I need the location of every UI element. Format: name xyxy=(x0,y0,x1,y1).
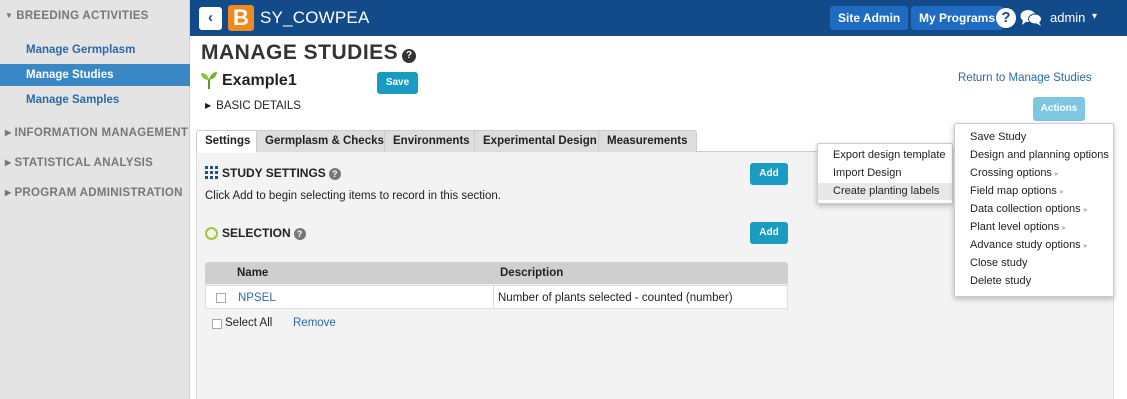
sidebar-section-information-management[interactable]: ▶ INFORMATION MANAGEMENT xyxy=(5,127,188,139)
sidebar-item-label: Manage Studies xyxy=(26,69,114,81)
user-menu[interactable]: admin xyxy=(1050,10,1085,25)
actions-button[interactable]: Actions xyxy=(1033,97,1085,121)
study-settings-title: STUDY SETTINGS xyxy=(222,166,326,180)
breeding-logo-icon: B xyxy=(228,5,254,31)
menu-item-design-and-planning-options[interactable]: Design and planning options xyxy=(970,149,1109,161)
design-submenu: Export design template Import Design Cre… xyxy=(817,143,953,204)
grid-icon xyxy=(205,166,218,179)
study-settings-hint: Click Add to begin selecting items to re… xyxy=(205,190,501,202)
help-icon[interactable]: ? xyxy=(328,168,341,180)
select-all-label[interactable]: Select All xyxy=(225,317,272,329)
menu-item-label: Data collection options xyxy=(970,203,1081,215)
collapsed-triangle-icon: ▶ xyxy=(5,128,12,137)
sidebar-item-manage-samples[interactable]: Manage Samples xyxy=(0,89,190,111)
selection-table-header: Name Description xyxy=(205,262,788,284)
menu-item-save-study[interactable]: Save Study xyxy=(970,131,1026,143)
column-header-description[interactable]: Description xyxy=(500,267,563,279)
sprout-icon xyxy=(201,72,217,89)
tab-environments[interactable]: Environments xyxy=(384,130,479,152)
back-arrow-icon[interactable]: ‹ xyxy=(199,7,222,30)
site-admin-button[interactable]: Site Admin xyxy=(830,6,909,30)
collapsed-triangle-icon: ▶ xyxy=(205,101,212,110)
menu-item-import-design[interactable]: Import Design xyxy=(833,167,901,179)
column-divider xyxy=(493,286,494,308)
chevron-right-icon: ▸ xyxy=(1083,205,1088,214)
sidebar-section-label: INFORMATION MANAGEMENT xyxy=(14,127,189,139)
basic-details-label: BASIC DETAILS xyxy=(216,100,301,112)
variable-description: Number of plants selected - counted (num… xyxy=(498,292,733,304)
menu-item-label: Plant level options xyxy=(970,221,1060,233)
chevron-right-icon: ▸ xyxy=(1059,187,1064,196)
top-navbar: ‹ B SY_COWPEA Site Admin My Programs ? a… xyxy=(190,0,1127,36)
sidebar-section-program-administration[interactable]: ▶ PROGRAM ADMINISTRATION xyxy=(5,187,183,199)
chevron-right-icon: ▸ xyxy=(1083,241,1088,250)
page-title: MANAGE STUDIES xyxy=(201,41,399,64)
chevron-down-icon[interactable]: ▾ xyxy=(1092,11,1097,22)
tab-settings[interactable]: Settings xyxy=(196,130,260,153)
menu-item-data-collection-options[interactable]: Data collection options ▸ xyxy=(970,203,1088,215)
help-icon[interactable]: ? xyxy=(293,228,306,240)
menu-item-close-study[interactable]: Close study xyxy=(970,257,1027,269)
study-settings-heading: STUDY SETTINGS? xyxy=(222,166,341,180)
menu-item-label: Delete study xyxy=(970,275,1032,287)
menu-item-export-design-template[interactable]: Export design template xyxy=(833,149,946,161)
menu-item-label: Close study xyxy=(970,257,1028,269)
tab-germplasm-checks[interactable]: Germplasm & Checks xyxy=(256,130,393,152)
tab-experimental-design[interactable]: Experimental Design xyxy=(474,130,606,152)
selection-title: SELECTION xyxy=(222,226,291,240)
sidebar-section-statistical-analysis[interactable]: ▶ STATISTICAL ANALYSIS xyxy=(5,157,153,169)
variable-name-link[interactable]: NPSEL xyxy=(238,292,276,304)
remove-link[interactable]: Remove xyxy=(293,317,336,329)
basic-details-toggle[interactable]: ▶ BASIC DETAILS xyxy=(205,100,301,112)
menu-item-label: Crossing options xyxy=(970,167,1052,179)
menu-item-create-planting-labels[interactable]: Create planting labels xyxy=(833,185,939,197)
sidebar-section-breeding-activities[interactable]: ▼ BREEDING ACTIVITIES xyxy=(5,10,149,22)
selection-heading: SELECTION? xyxy=(222,226,306,240)
my-programs-button[interactable]: My Programs xyxy=(911,6,1004,30)
add-selection-button[interactable]: Add xyxy=(750,222,788,244)
menu-item-field-map-options[interactable]: Field map options ▸ xyxy=(970,185,1064,197)
return-to-manage-studies-link[interactable]: Return to Manage Studies xyxy=(958,72,1092,84)
expanded-triangle-icon: ▼ xyxy=(5,11,14,20)
menu-item-delete-study[interactable]: Delete study xyxy=(970,275,1031,287)
app-title: SY_COWPEA xyxy=(260,8,370,27)
chevron-right-icon: ▸ xyxy=(1054,169,1059,178)
sidebar-item-label: Manage Germplasm xyxy=(26,44,136,56)
study-name: Example1 xyxy=(222,72,297,89)
actions-menu: Save Study Design and planning options C… xyxy=(954,123,1114,297)
chat-icon[interactable] xyxy=(1020,9,1042,27)
circle-icon xyxy=(205,227,218,240)
sidebar-section-label: BREEDING ACTIVITIES xyxy=(16,10,149,22)
add-study-settings-button[interactable]: Add xyxy=(750,163,788,185)
collapsed-triangle-icon: ▶ xyxy=(5,188,12,197)
table-row: NPSEL Number of plants selected - counte… xyxy=(205,285,788,309)
help-icon[interactable]: ? xyxy=(996,8,1016,28)
menu-item-label: Advance study options xyxy=(970,239,1081,251)
sidebar-item-label: Manage Samples xyxy=(26,94,120,106)
column-header-name[interactable]: Name xyxy=(237,267,268,279)
sidebar-item-manage-studies[interactable]: Manage Studies xyxy=(0,64,190,86)
sidebar-item-manage-germplasm[interactable]: Manage Germplasm xyxy=(0,39,190,61)
save-button[interactable]: Save xyxy=(377,72,418,94)
chevron-right-icon: ▸ xyxy=(1062,223,1067,232)
menu-item-crossing-options[interactable]: Crossing options ▸ xyxy=(970,167,1059,179)
row-checkbox[interactable] xyxy=(216,293,226,303)
collapsed-triangle-icon: ▶ xyxy=(5,158,12,167)
sidebar-section-label: STATISTICAL ANALYSIS xyxy=(14,157,154,169)
menu-item-label: Design and planning options xyxy=(970,149,1109,161)
sidebar: ▼ BREEDING ACTIVITIES Manage Germplasm Ma… xyxy=(0,0,190,399)
help-icon[interactable]: ? xyxy=(402,49,416,63)
tab-measurements[interactable]: Measurements xyxy=(598,130,697,152)
menu-item-advance-study-options[interactable]: Advance study options ▸ xyxy=(970,239,1088,251)
menu-item-label: Save Study xyxy=(970,131,1027,143)
menu-item-label: Field map options xyxy=(970,185,1057,197)
menu-item-plant-level-options[interactable]: Plant level options ▸ xyxy=(970,221,1066,233)
select-all-checkbox[interactable] xyxy=(212,319,222,329)
sidebar-section-label: PROGRAM ADMINISTRATION xyxy=(14,187,183,199)
